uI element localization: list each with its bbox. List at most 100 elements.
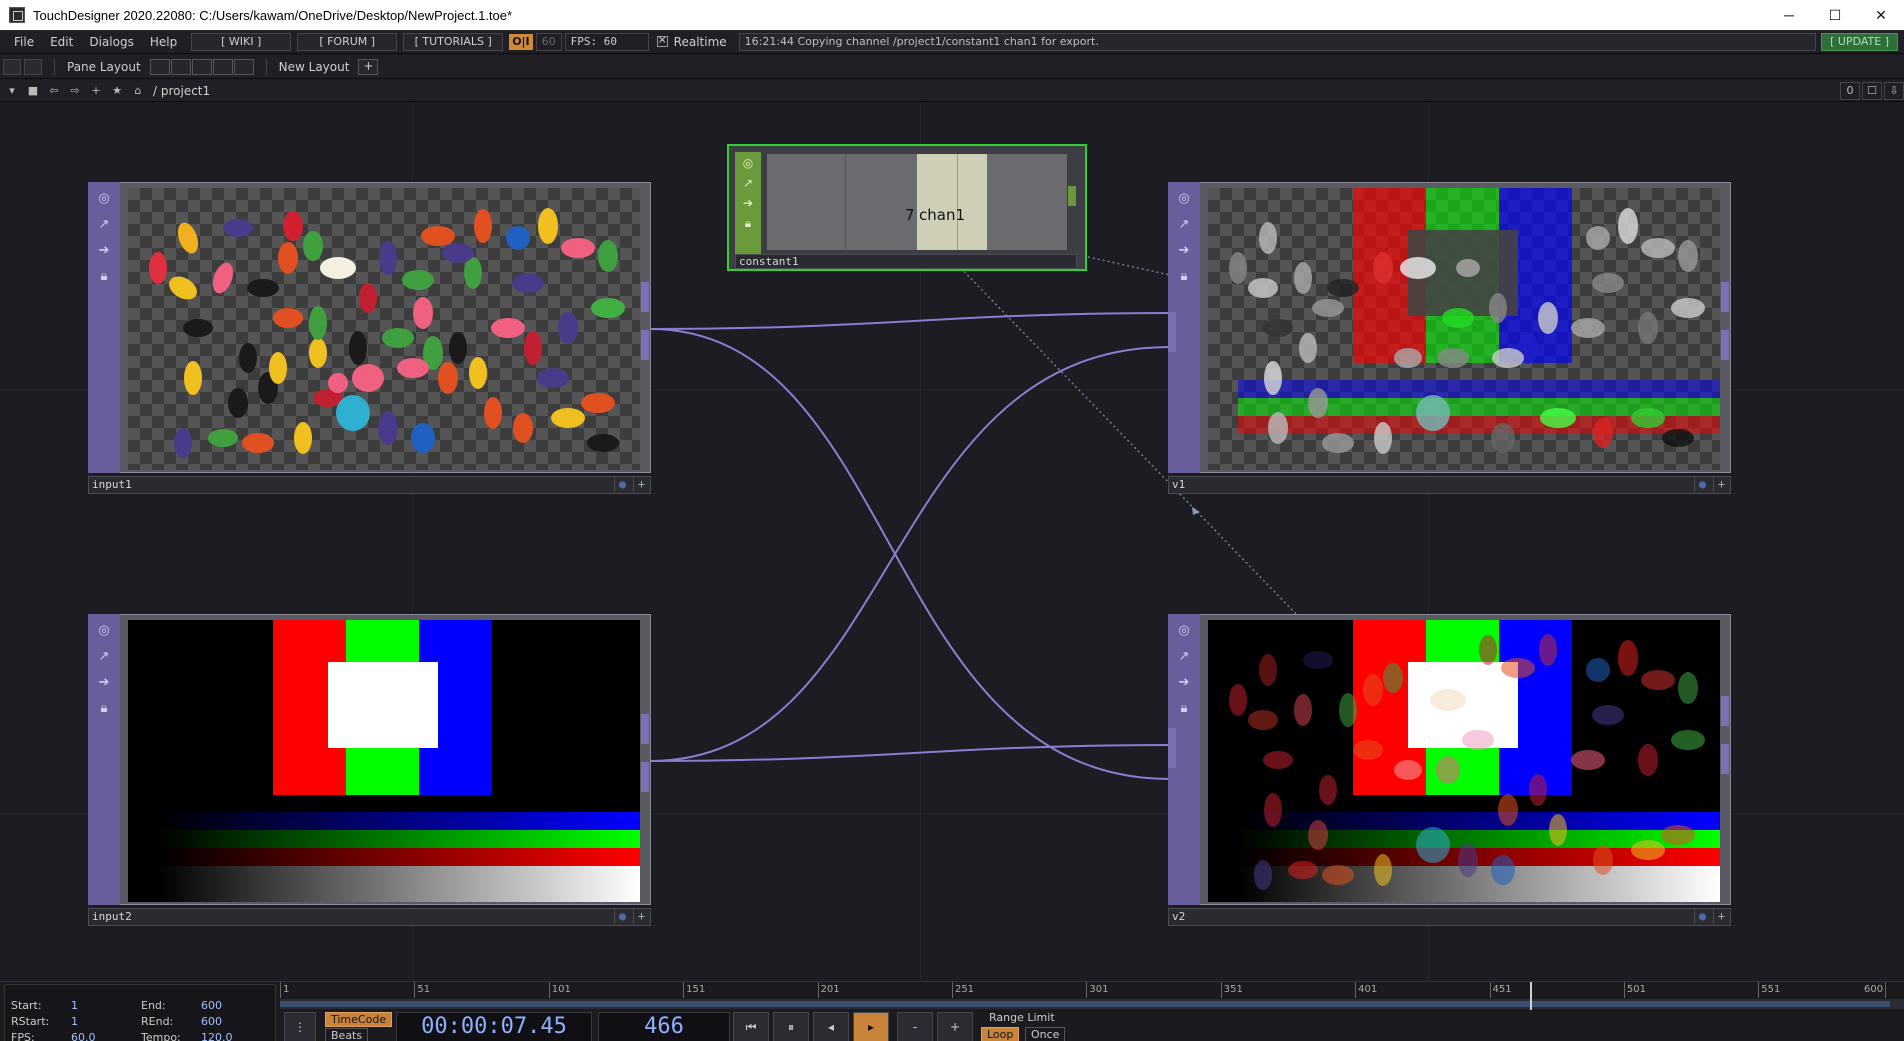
viewer-icon[interactable]: ◎ — [94, 620, 114, 640]
start-value[interactable]: 1 — [71, 999, 78, 1012]
play-icon[interactable]: ▸ — [853, 1012, 889, 1041]
lock-icon[interactable]: 🔒︎ — [1174, 266, 1194, 286]
step-back-icon[interactable]: ◂ — [813, 1012, 849, 1041]
add-icon[interactable]: + — [633, 477, 649, 493]
viewer-icon[interactable]: ◎ — [1174, 188, 1194, 208]
viewer-icon[interactable]: ◎ — [1174, 620, 1194, 640]
add-layout-button[interactable]: + — [358, 58, 379, 75]
stop-icon[interactable]: ■ — [24, 82, 42, 100]
output-connector[interactable] — [1068, 186, 1076, 206]
viewer-icon[interactable]: ◎ — [94, 188, 114, 208]
node-input2[interactable]: ◎ ↗ ➔ 🔒︎ input2 ● + — [88, 614, 651, 926]
layout-single[interactable] — [149, 58, 170, 75]
constant1-viewer[interactable]: 7 chan1 — [767, 154, 1067, 250]
add-icon[interactable]: + — [633, 909, 649, 925]
v2-viewer[interactable] — [1208, 620, 1720, 902]
output-connector[interactable] — [641, 282, 649, 312]
v1-viewer[interactable] — [1208, 188, 1720, 470]
layout-icon-2[interactable] — [24, 58, 42, 75]
output-connector[interactable] — [641, 762, 649, 792]
step-minus-icon[interactable]: - — [897, 1012, 933, 1041]
loop-button[interactable]: Loop — [981, 1027, 1020, 1041]
beats-button[interactable]: Beats — [325, 1028, 369, 1041]
maximize-button[interactable]: ☐ — [1812, 0, 1858, 30]
node-label[interactable]: constant1 — [735, 254, 1077, 269]
lock-icon[interactable]: 🔒︎ — [94, 266, 114, 286]
timeline-track[interactable] — [280, 999, 1904, 1009]
output-connector[interactable] — [1721, 330, 1729, 360]
perform-mode-toggle[interactable]: O|I — [509, 33, 533, 50]
menu-help[interactable]: Help — [142, 30, 185, 54]
network-path[interactable]: / project1 — [153, 84, 210, 98]
node-label[interactable]: v1 ● + — [1168, 476, 1731, 494]
timecode-button[interactable]: TimeCode — [325, 1012, 393, 1027]
frame-display[interactable]: 466 — [598, 1012, 730, 1041]
menu-dialogs[interactable]: Dialogs — [81, 30, 141, 54]
timeline-ruler[interactable]: 1 51 101 151 201 251 301 351 401 451 501 551 600 — [280, 982, 1904, 998]
output-connector[interactable] — [1721, 696, 1729, 726]
close-button[interactable]: ✕ — [1858, 0, 1904, 30]
output-connector[interactable] — [1721, 282, 1729, 312]
skip-to-start-icon[interactable]: ⏮ — [733, 1012, 769, 1041]
layout-three[interactable] — [212, 58, 233, 75]
rend-value[interactable]: 600 — [201, 1015, 222, 1028]
export-icon[interactable]: ➔ — [735, 196, 761, 210]
timeline-playhead[interactable] — [1529, 982, 1532, 1010]
forward-icon[interactable]: ⇨ — [66, 82, 84, 100]
value-field[interactable]: 0 — [1840, 82, 1860, 100]
cook-icon[interactable]: ↗ — [1174, 646, 1194, 666]
minimize-button[interactable]: ─ — [1766, 0, 1812, 30]
home-icon[interactable]: ⌂ — [129, 82, 147, 100]
add-icon[interactable]: + — [87, 82, 105, 100]
export-icon[interactable]: ➔ — [94, 672, 114, 692]
star-icon[interactable]: ★ — [108, 82, 126, 100]
node-constant1[interactable]: ◎ ↗ ➔ 🔒︎ 7 chan1 constant1 — [727, 144, 1087, 271]
node-v1[interactable]: ◎ ↗ ➔ 🔒︎ v1 ● + — [1168, 182, 1731, 494]
layout-four[interactable] — [233, 58, 254, 75]
node-input1[interactable]: ◎ ↗ ➔ 🔒︎ input1 ● + — [88, 182, 651, 494]
output-connector[interactable] — [1721, 744, 1729, 774]
rstart-value[interactable]: 1 — [71, 1015, 78, 1028]
node-label[interactable]: input2 ● + — [88, 908, 651, 926]
tutorials-button[interactable]: [ TUTORIALS ] — [403, 32, 504, 51]
back-icon[interactable]: ⇦ — [45, 82, 63, 100]
network-editor[interactable]: ◎ ↗ ➔ 🔒︎ input1 ● + ◎ ↗ ➔ 🔒︎ input2 ● + … — [0, 103, 1904, 981]
viewer-toggle-icon[interactable]: ● — [614, 909, 630, 925]
viewer-toggle-icon[interactable]: ● — [1694, 477, 1710, 493]
realtime-checkbox[interactable] — [656, 33, 668, 47]
fps-value[interactable]: 60.0 — [71, 1031, 96, 1041]
viewer-toggle-icon[interactable]: ● — [1694, 909, 1710, 925]
node-label[interactable]: input1 ● + — [88, 476, 651, 494]
cook-icon[interactable]: ↗ — [94, 214, 114, 234]
node-label[interactable]: v2 ● + — [1168, 908, 1731, 926]
cook-icon[interactable]: ↗ — [1174, 214, 1194, 234]
input-connector[interactable] — [1168, 312, 1176, 352]
wiki-button[interactable]: [ WIKI ] — [191, 32, 292, 51]
new-layout-label[interactable]: New Layout — [279, 60, 350, 74]
chevron-down-icon[interactable]: ▾ — [3, 82, 21, 100]
cook-icon[interactable]: ↗ — [94, 646, 114, 666]
export-icon[interactable]: ➔ — [1174, 240, 1194, 260]
export-icon[interactable]: ➔ — [94, 240, 114, 260]
forum-button[interactable]: [ FORUM ] — [297, 32, 398, 51]
layout-icon-1[interactable] — [3, 58, 21, 75]
end-value[interactable]: 600 — [201, 999, 222, 1012]
tempo-value[interactable]: 120.0 — [201, 1031, 233, 1041]
lock-icon[interactable]: 🔒︎ — [1174, 698, 1194, 718]
input-connector[interactable] — [1168, 728, 1176, 768]
step-plus-icon[interactable]: + — [937, 1012, 973, 1041]
window-icon[interactable]: ☐ — [1862, 82, 1882, 100]
add-icon[interactable]: + — [1713, 909, 1729, 925]
cook-icon[interactable]: ↗ — [735, 176, 761, 190]
output-connector[interactable] — [641, 330, 649, 360]
input1-viewer[interactable] — [128, 188, 640, 470]
lock-icon[interactable]: 🔒︎ — [94, 698, 114, 718]
layout-split-h[interactable] — [191, 58, 212, 75]
viewer-toggle-icon[interactable]: ● — [614, 477, 630, 493]
download-icon[interactable]: ⇩ — [1884, 82, 1904, 100]
lock-icon[interactable]: 🔒︎ — [735, 216, 761, 231]
pause-icon[interactable]: ⏸ — [773, 1012, 809, 1041]
timeline-options-icon[interactable]: ⋮ — [284, 1012, 316, 1041]
layout-split-v[interactable] — [170, 58, 191, 75]
menu-edit[interactable]: Edit — [42, 30, 81, 54]
